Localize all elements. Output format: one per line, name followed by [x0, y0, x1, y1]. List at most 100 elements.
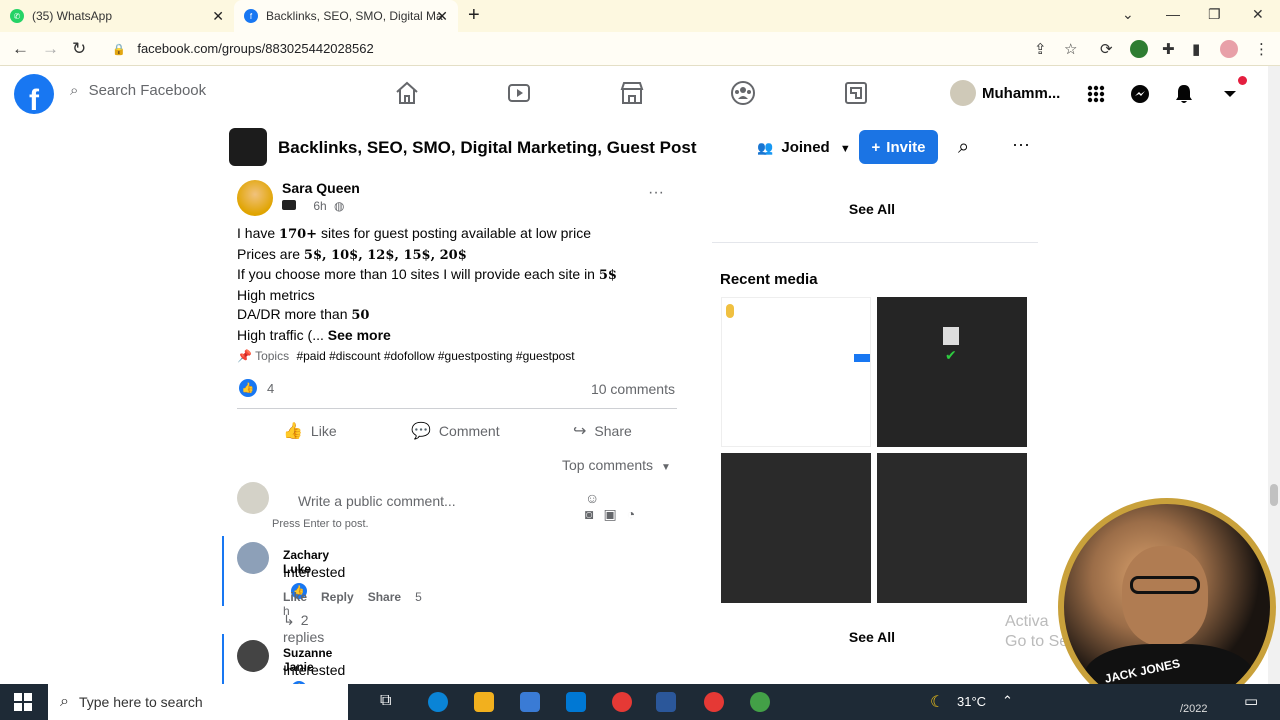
- invite-button[interactable]: + Invite: [859, 130, 938, 164]
- window-close-icon[interactable]: ✕: [1252, 6, 1264, 23]
- lock-icon: 🔒: [112, 44, 126, 56]
- tab-search-chevron-icon[interactable]: ⌄: [1122, 6, 1134, 23]
- more-options-icon[interactable]: ···: [1012, 134, 1030, 155]
- minimize-icon[interactable]: —: [1166, 6, 1180, 22]
- marketplace-icon[interactable]: [619, 80, 645, 106]
- kebab-menu-icon[interactable]: ⋮: [1254, 40, 1269, 58]
- comment-reply-button[interactable]: Reply: [321, 590, 354, 604]
- notification-center-icon[interactable]: ▭: [1244, 692, 1258, 710]
- comment-share-button[interactable]: Share: [368, 590, 401, 604]
- media-thumbnail[interactable]: [877, 453, 1027, 603]
- topics-hashtags[interactable]: #paid #discount #dofollow #guestposting …: [296, 349, 574, 363]
- tab-facebook-group[interactable]: f Backlinks, SEO, SMO, Digital Ma ✕: [234, 0, 458, 32]
- comment-count[interactable]: 10 comments: [591, 381, 675, 397]
- comment-like-button[interactable]: Like: [283, 590, 307, 604]
- post-meta: 6h ◍: [282, 199, 345, 213]
- post-line: If you choose more than 10 sites I will …: [237, 266, 617, 284]
- weather-temperature[interactable]: 31°C: [957, 694, 986, 709]
- comment-label: Comment: [438, 423, 500, 439]
- account-chevron-icon[interactable]: [1214, 76, 1247, 110]
- invite-label: Invite: [886, 138, 926, 156]
- gif-icon[interactable]: ▣: [603, 506, 626, 522]
- close-icon[interactable]: ✕: [436, 8, 448, 25]
- windows-taskbar: ⌕ Type here to search ⧉ ☾ 31°C ⌃ ▭ /2022: [0, 684, 1280, 720]
- group-search-icon[interactable]: ⌕: [958, 136, 969, 159]
- forward-arrow-icon[interactable]: →: [42, 39, 59, 59]
- facebook-logo-icon[interactable]: f: [14, 74, 54, 114]
- notifications-bell-icon[interactable]: [1168, 78, 1200, 110]
- tray-chevron-icon[interactable]: ⌃: [1002, 693, 1013, 709]
- profile-name[interactable]: Muhamm...: [982, 85, 1060, 102]
- search-facebook-input[interactable]: ⌕ Search Facebook: [70, 82, 206, 99]
- commenter-avatar[interactable]: [237, 640, 269, 672]
- browser-toolbar: ← → ↻ 🔒 facebook.com/groups/883025442028…: [0, 32, 1280, 66]
- tab-whatsapp[interactable]: ✆ (35) WhatsApp ✕: [10, 0, 234, 32]
- menu-grid-icon[interactable]: [1080, 78, 1112, 110]
- mail-icon[interactable]: [566, 692, 586, 712]
- commenter-avatar[interactable]: [237, 542, 269, 574]
- notification-dot: [1238, 76, 1247, 85]
- view-replies[interactable]: ↳ 2 replies: [283, 612, 324, 645]
- moon-weather-icon: ☾: [930, 694, 945, 711]
- extension-badge-icon[interactable]: [1130, 40, 1148, 58]
- back-arrow-icon[interactable]: ←: [12, 39, 29, 59]
- home-icon[interactable]: [394, 80, 420, 106]
- taskbar-date[interactable]: /2022: [1180, 703, 1208, 715]
- new-tab-button[interactable]: +: [468, 4, 480, 27]
- share-icon[interactable]: ⇪: [1034, 40, 1047, 58]
- sidepanel-icon[interactable]: ▮: [1192, 40, 1200, 58]
- sticker-icon[interactable]: ◔: [627, 506, 645, 522]
- post-options-icon[interactable]: ···: [648, 184, 664, 202]
- joined-button[interactable]: 👥 Joined ▼: [757, 139, 851, 156]
- comment-button[interactable]: 💬 Comment: [411, 421, 500, 441]
- see-all-top-link[interactable]: See All: [712, 201, 1032, 217]
- browser-tab-strip: ✆ (35) WhatsApp ✕ f Backlinks, SEO, SMO,…: [0, 0, 1280, 32]
- gaming-icon[interactable]: [843, 80, 869, 106]
- thread-line: [222, 536, 224, 606]
- post-time[interactable]: 6h: [313, 199, 326, 213]
- taskbar-search-placeholder: Type here to search: [78, 694, 203, 710]
- thumbs-up-icon: 👍: [283, 423, 303, 440]
- word-icon[interactable]: [656, 692, 676, 712]
- store-icon[interactable]: [520, 692, 540, 712]
- messenger-icon[interactable]: [1124, 78, 1156, 110]
- media-thumbnail[interactable]: [721, 297, 871, 447]
- author-avatar[interactable]: [237, 180, 273, 216]
- close-icon[interactable]: ✕: [212, 8, 224, 25]
- profile-avatar[interactable]: [950, 80, 976, 106]
- post-author[interactable]: Sara Queen: [282, 180, 360, 196]
- share-button[interactable]: ↪ Share: [573, 421, 632, 441]
- taskbar-search-input[interactable]: ⌕ Type here to search: [48, 684, 348, 720]
- see-more-link[interactable]: See more: [328, 327, 391, 343]
- edge-icon[interactable]: [428, 692, 448, 712]
- see-all-bottom-link[interactable]: See All: [712, 629, 1032, 645]
- share-arrow-icon: ↪: [573, 423, 587, 440]
- file-explorer-icon[interactable]: [474, 692, 494, 712]
- camera-icon[interactable]: ◙: [585, 506, 603, 522]
- top-comments-sort[interactable]: Top comments ▼: [562, 457, 671, 473]
- star-icon[interactable]: ☆: [1064, 40, 1077, 58]
- like-button[interactable]: 👍 Like: [283, 421, 337, 441]
- windows-start-icon[interactable]: [14, 693, 32, 711]
- group-thumbnail[interactable]: [229, 128, 267, 166]
- chrome-active-icon[interactable]: [704, 692, 724, 712]
- chrome-icon[interactable]: [612, 692, 632, 712]
- watch-video-icon[interactable]: [506, 80, 532, 106]
- scrollbar-thumb[interactable]: [1270, 484, 1278, 506]
- thread-line: [222, 634, 224, 684]
- group-name[interactable]: Backlinks, SEO, SMO, Digital Marketing, …: [278, 138, 697, 158]
- sync-extension-icon[interactable]: ⟳: [1100, 40, 1113, 58]
- restore-icon[interactable]: ❐: [1208, 6, 1221, 23]
- address-bar[interactable]: 🔒 facebook.com/groups/883025442028562: [112, 41, 374, 56]
- profile-avatar-icon[interactable]: [1220, 40, 1238, 58]
- chrome-profile-icon[interactable]: [750, 692, 770, 712]
- media-thumbnail[interactable]: ✔: [877, 297, 1027, 447]
- groups-icon[interactable]: [730, 80, 756, 106]
- task-view-icon[interactable]: ⧉: [380, 692, 400, 712]
- reaction-summary[interactable]: 👍 4: [239, 379, 274, 397]
- puzzle-icon[interactable]: ✚: [1162, 40, 1175, 58]
- media-thumbnail[interactable]: [721, 453, 871, 603]
- emoji-icon[interactable]: ☺: [585, 490, 609, 506]
- reload-icon[interactable]: ↻: [72, 39, 86, 59]
- sort-label: Top comments: [562, 457, 654, 473]
